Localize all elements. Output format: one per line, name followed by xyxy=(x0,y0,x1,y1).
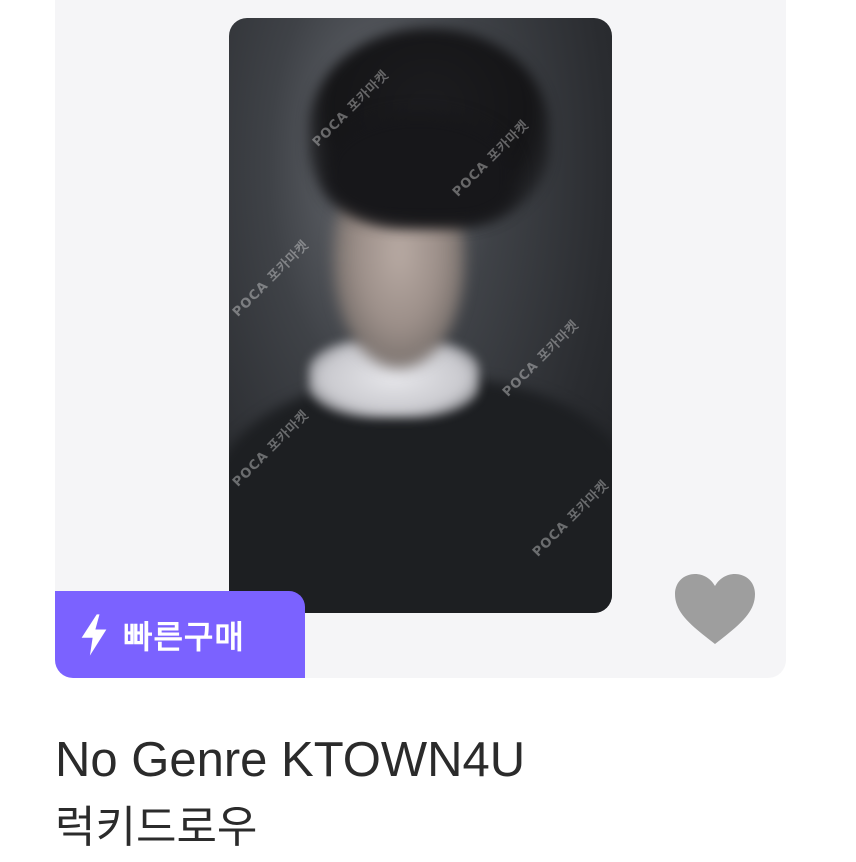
product-title-line2: 럭키드로우 xyxy=(55,802,258,853)
watermark: POCA 포카마켓 xyxy=(499,317,583,401)
product-title-line1: No Genre KTOWN4U xyxy=(55,733,526,787)
quick-buy-label: 빠른구매 xyxy=(123,617,245,656)
photocard-image[interactable]: POCA 포카마켓 POCA 포카마켓 POCA 포카마켓 POCA 포카마켓 … xyxy=(229,18,612,613)
quick-buy-badge: 빠른구매 xyxy=(55,591,305,678)
product-title[interactable]: No Genre KTOWN4U 럭키드로우 xyxy=(55,726,815,862)
lightning-bolt-icon xyxy=(81,613,107,656)
watermark: POCA 포카마켓 xyxy=(229,237,313,321)
favorite-heart-icon[interactable] xyxy=(673,572,757,646)
